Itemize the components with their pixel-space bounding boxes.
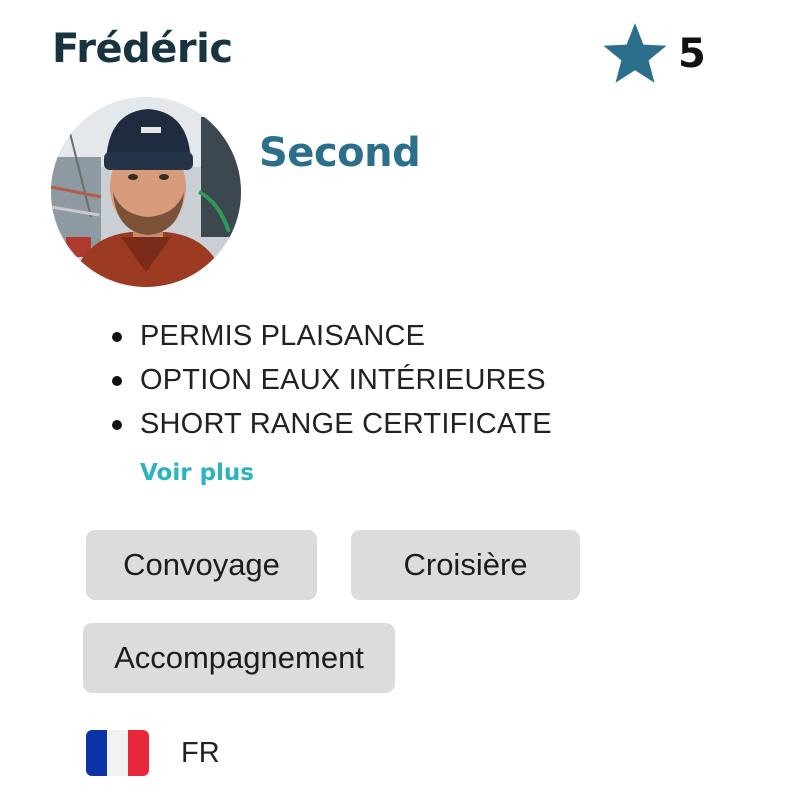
- tag-accompagnement[interactable]: Accompagnement: [83, 623, 395, 693]
- role-title: Second: [259, 130, 421, 176]
- profile-name: Frédéric: [52, 26, 233, 72]
- france-flag-icon: [86, 730, 149, 776]
- avatar: [51, 97, 241, 287]
- language-code: FR: [181, 736, 220, 769]
- certification-item: SHORT RANGE CERTIFICATE: [110, 402, 552, 446]
- language: FR: [86, 730, 220, 776]
- rating-value: 5: [678, 31, 706, 77]
- profile-card: Frédéric 5 Second PERMIS PLAISANCE OPTIO…: [0, 0, 800, 800]
- star-icon: [602, 22, 668, 86]
- tag-convoyage[interactable]: Convoyage: [86, 530, 317, 600]
- see-more-link[interactable]: Voir plus: [140, 460, 254, 486]
- certification-item: PERMIS PLAISANCE: [110, 314, 552, 358]
- certification-item: OPTION EAUX INTÉRIEURES: [110, 358, 552, 402]
- certification-list: PERMIS PLAISANCE OPTION EAUX INTÉRIEURES…: [110, 314, 552, 446]
- rating: 5: [602, 22, 706, 86]
- tag-croisiere[interactable]: Croisière: [351, 530, 580, 600]
